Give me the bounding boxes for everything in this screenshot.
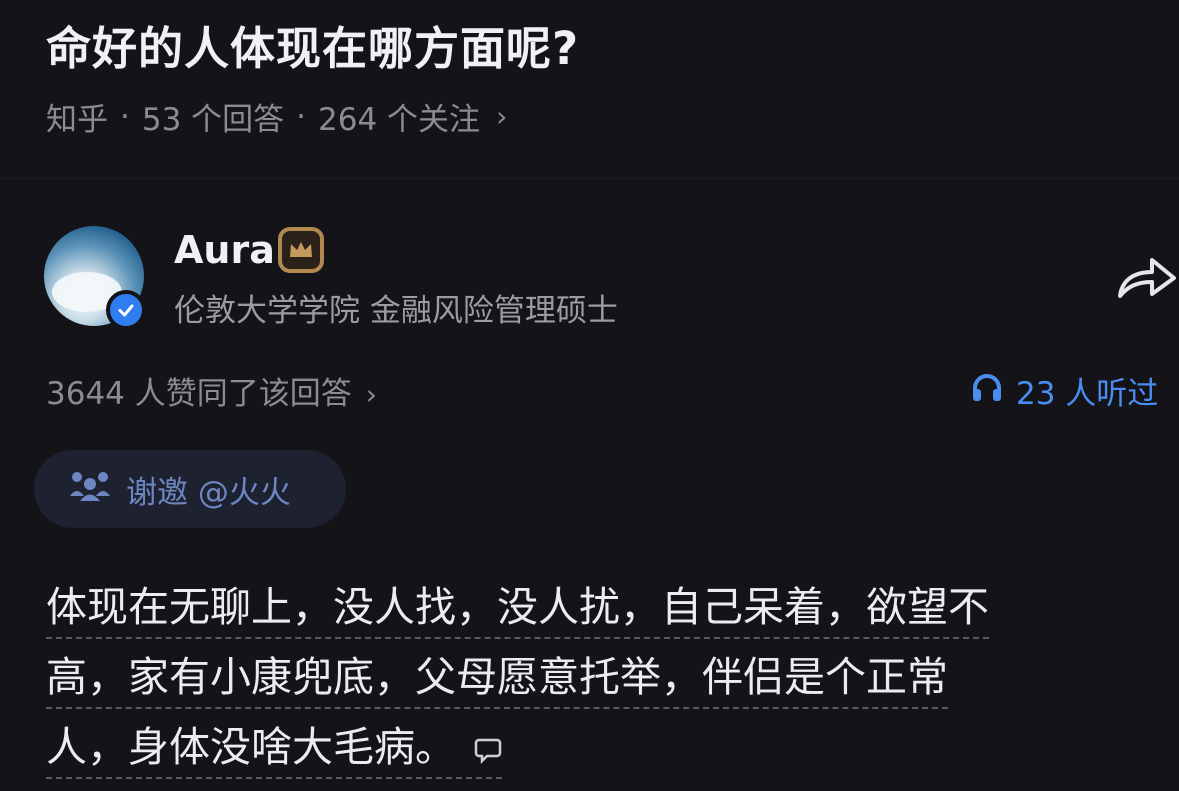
author-description: 伦敦大学学院 金融风险管理硕士 [174, 293, 618, 329]
question-title[interactable]: 命好的人体现在哪方面呢? [46, 12, 579, 77]
invite-label: 谢邀 @火火 [126, 474, 291, 511]
answer-line-last: 人，身体没啥大毛病。 [46, 713, 502, 779]
answer-line: 体现在无聊上，没人找，没人扰，自己呆着，欲望不 [46, 573, 989, 639]
comment-icon[interactable] [474, 716, 502, 784]
likes-label: 3644 人赞同了该回答 [46, 376, 352, 412]
separator-dot: · [120, 98, 130, 135]
invite-button[interactable]: 谢邀 @火火 [34, 450, 346, 528]
share-icon[interactable] [1114, 250, 1178, 302]
verified-icon [106, 290, 146, 330]
answer-content[interactable]: 体现在无聊上，没人找，没人扰，自己呆着，欲望不 高，家有小康兜底，父母愿意托举，… [46, 573, 1146, 783]
crown-badge-icon[interactable] [278, 227, 324, 273]
answer-line: 高，家有小康兜底，父母愿意托举，伴侣是个正常 [46, 643, 948, 709]
followers-count: 264 个关注 [318, 102, 481, 138]
chevron-right-icon: › [496, 100, 508, 133]
listen-label: 23 人听过 [1016, 376, 1159, 412]
listen-count[interactable]: 23 人听过 [970, 368, 1158, 413]
invite-icon [68, 468, 112, 510]
likes-count[interactable]: 3644 人赞同了该回答 › [46, 368, 377, 413]
source-label: 知乎 [46, 102, 108, 138]
question-meta[interactable]: 知乎 · 53 个回答 · 264 个关注 › [46, 94, 507, 139]
answers-count: 53 个回答 [141, 102, 285, 138]
separator-dot: · [296, 98, 307, 135]
chevron-right-icon: › [365, 378, 377, 411]
divider [0, 178, 1179, 179]
answer-line-text: 人，身体没啥大毛病。 [46, 723, 456, 771]
headphone-icon [970, 371, 1004, 411]
author-name[interactable]: Aura [174, 228, 275, 272]
